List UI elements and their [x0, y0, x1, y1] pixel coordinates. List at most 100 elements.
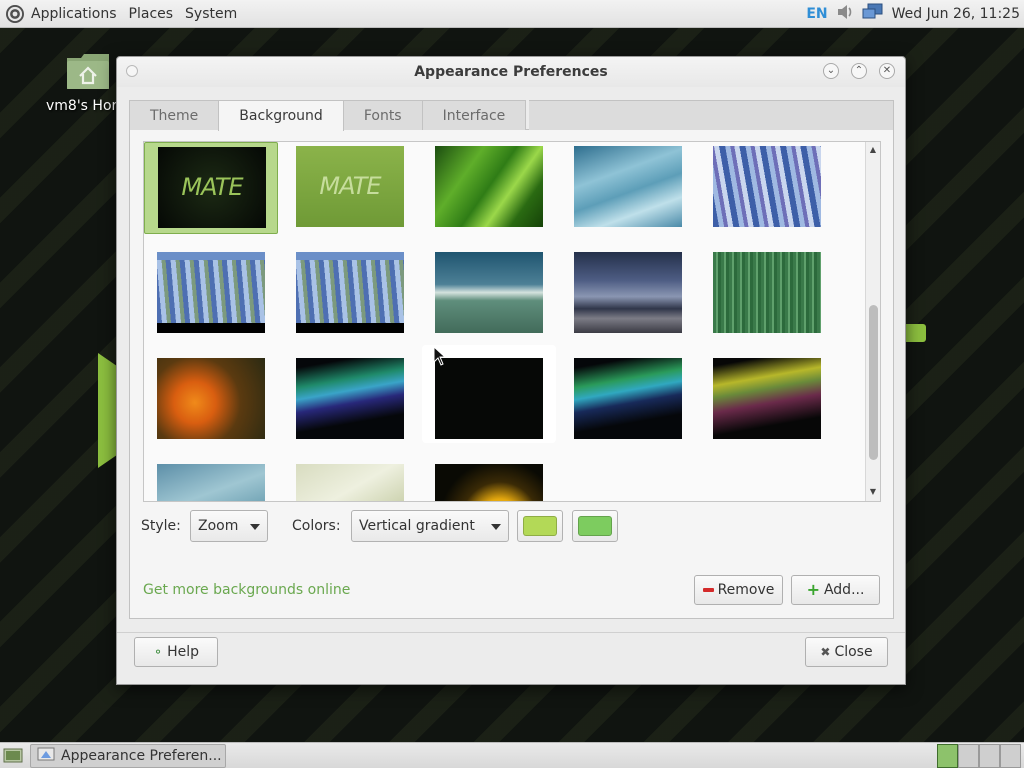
wallpaper-item-orange-flower[interactable]	[144, 354, 278, 446]
close-button[interactable]: ✖ Close	[805, 637, 888, 667]
clock[interactable]: Wed Jun 26, 11:25	[892, 6, 1020, 22]
dialog-title: Appearance Preferences	[414, 64, 608, 80]
wallpaper-item-green-leaf[interactable]	[422, 142, 556, 234]
colors-label: Colors:	[292, 518, 341, 534]
tab-fonts[interactable]: Fonts	[342, 100, 423, 130]
style-combo[interactable]: Zoom	[190, 510, 268, 542]
mate-logo-icon[interactable]	[4, 3, 26, 25]
show-desktop-icon[interactable]	[3, 746, 23, 766]
wallpaper-logo-text: MATE	[181, 173, 243, 201]
wallpaper-grid[interactable]: MATE MATE ▲ ▼	[143, 141, 881, 502]
secondary-color-swatch	[578, 516, 612, 536]
primary-color-button[interactable]	[517, 510, 563, 542]
keyboard-layout-indicator[interactable]: EN	[806, 6, 827, 22]
dropdown-arrow-icon	[491, 524, 501, 530]
close-icon: ✖	[820, 645, 831, 659]
wallpaper-thumbnail	[574, 252, 682, 333]
wallpaper-item-mate-dark[interactable]: MATE	[144, 142, 278, 234]
wallpaper-decoration	[98, 353, 118, 468]
network-icon[interactable]	[862, 3, 884, 25]
volume-icon[interactable]	[836, 3, 854, 25]
scroll-down-icon[interactable]: ▼	[868, 487, 878, 497]
add-icon: +	[806, 580, 820, 599]
help-button[interactable]: ⚬ Help	[134, 637, 218, 667]
add-button-label: Add...	[823, 582, 865, 598]
wallpaper-thumbnail	[296, 358, 404, 439]
wallpaper-thumbnail: MATE	[158, 147, 266, 228]
wallpaper-thumbnail	[296, 464, 404, 501]
minimize-button[interactable]: ⌄	[823, 63, 839, 79]
wallpaper-thumbnail	[574, 146, 682, 227]
remove-button[interactable]: Remove	[694, 575, 783, 605]
wallpaper-thumbnail	[157, 252, 265, 333]
tab-background[interactable]: Background	[218, 100, 344, 131]
wallpaper-thumbnail	[435, 146, 543, 227]
dropdown-arrow-icon	[250, 524, 260, 530]
taskbar-appearance-preferences[interactable]: Appearance Preferen...	[30, 744, 226, 768]
wallpaper-item-blue-painting[interactable]	[700, 142, 834, 234]
help-button-label: Help	[167, 644, 199, 660]
scrollbar-thumb[interactable]	[869, 305, 878, 460]
wallpaper-item-aurora-teal[interactable]	[561, 354, 695, 446]
workspace-2[interactable]	[958, 744, 979, 768]
primary-color-swatch	[523, 516, 557, 536]
wallpaper-item-aurora-green[interactable]	[283, 354, 417, 446]
wallpaper-item-green-curtain[interactable]	[700, 248, 834, 340]
workspace-4[interactable]	[1000, 744, 1021, 768]
wallpaper-item-blue-flowers-2[interactable]	[283, 248, 417, 340]
chevron-down-icon: ⌄	[826, 65, 836, 76]
maximize-button[interactable]: ⌃	[851, 63, 867, 79]
dialog-titlebar[interactable]: Appearance Preferences ⌄ ⌃ ✕	[117, 57, 905, 87]
appearance-preferences-dialog: Appearance Preferences ⌄ ⌃ ✕ Theme Backg…	[116, 56, 906, 685]
wallpaper-thumbnail	[435, 464, 543, 501]
close-icon: ✕	[882, 65, 892, 76]
wallpaper-item-blue-waves-2[interactable]	[144, 460, 278, 501]
wallpaper-item-teal-cloud[interactable]	[422, 248, 556, 340]
menu-applications[interactable]: Applications	[31, 0, 117, 28]
wallpaper-item-blue-flowers-1[interactable]	[144, 248, 278, 340]
style-combo-value: Zoom	[198, 518, 239, 534]
top-panel: Applications Places System EN Wed Jun 26…	[0, 0, 1024, 28]
wallpaper-logo-text: MATE	[319, 172, 381, 200]
wallpaper-item-pale-green[interactable]	[283, 460, 417, 501]
colors-combo[interactable]: Vertical gradient	[351, 510, 509, 542]
wallpaper-item-stormy-sea[interactable]	[561, 248, 695, 340]
remove-button-label: Remove	[717, 582, 775, 598]
wallpaper-thumbnail: MATE	[296, 146, 404, 227]
wallpaper-decoration	[906, 324, 926, 342]
dialog-separator	[117, 632, 905, 633]
wallpaper-item-aurora-yellow[interactable]	[700, 354, 834, 446]
menu-places[interactable]: Places	[129, 0, 174, 28]
scroll-up-icon[interactable]: ▲	[868, 145, 878, 155]
get-more-backgrounds-link[interactable]: Get more backgrounds online	[143, 582, 350, 598]
taskbar-item-label: Appearance Preferen...	[61, 748, 222, 764]
mouse-pointer-icon	[433, 345, 447, 366]
menu-system[interactable]: System	[185, 0, 237, 28]
wallpaper-thumbnail	[435, 252, 543, 333]
remove-icon	[702, 588, 714, 592]
tab-interface[interactable]: Interface	[421, 100, 527, 130]
chevron-up-icon: ⌃	[854, 65, 864, 76]
wallpaper-thumbnail	[713, 146, 821, 227]
style-label: Style:	[141, 518, 181, 534]
colors-combo-value: Vertical gradient	[359, 518, 475, 534]
wallpaper-thumbnail	[574, 358, 682, 439]
wallpaper-thumbnail	[296, 252, 404, 333]
wallpaper-thumbnail	[157, 358, 265, 439]
wallpaper-thumbnail	[435, 358, 543, 439]
wallpaper-thumbnail	[713, 252, 821, 333]
appearance-app-icon	[37, 745, 55, 767]
secondary-color-button[interactable]	[572, 510, 618, 542]
wallpaper-item-yellow-flower[interactable]	[422, 460, 556, 501]
workspace-3[interactable]	[979, 744, 1000, 768]
wallpaper-thumbnail	[713, 358, 821, 439]
tab-theme[interactable]: Theme	[129, 100, 220, 130]
wallpaper-thumbnail	[157, 464, 265, 501]
wallpaper-item-blue-waves[interactable]	[561, 142, 695, 234]
close-button-label: Close	[834, 644, 873, 660]
add-button[interactable]: + Add...	[791, 575, 880, 605]
window-close-button[interactable]: ✕	[879, 63, 895, 79]
workspace-1[interactable]	[937, 744, 958, 768]
wallpaper-item-mate-green[interactable]: MATE	[283, 142, 417, 234]
wallpaper-grid-scrollbar[interactable]: ▲ ▼	[865, 142, 880, 501]
